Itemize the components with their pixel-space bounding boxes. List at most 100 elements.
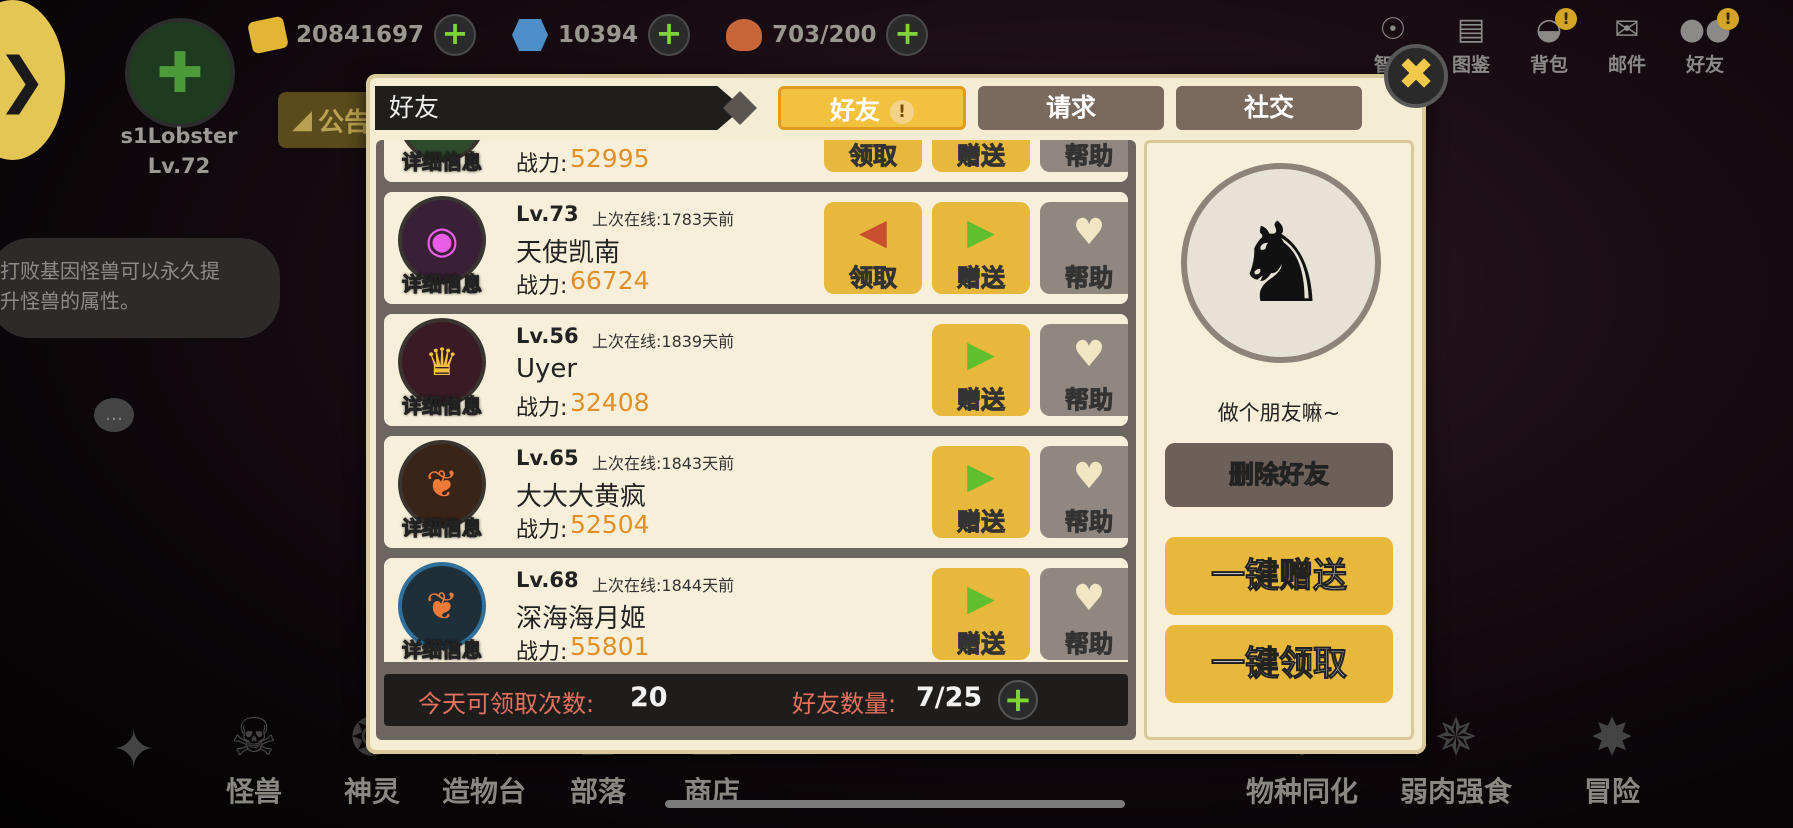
handshake-icon: ♥ xyxy=(1072,456,1106,497)
delete-friend-button[interactable]: 删除好友 xyxy=(1165,443,1393,507)
last-online: 上次在线:1783天前 xyxy=(592,210,735,229)
alert-icon: ! xyxy=(890,100,914,124)
nav-adventure-label: 冒险 xyxy=(1584,775,1641,808)
gift-label: 赠送 xyxy=(957,386,1006,415)
power-value: 55801 xyxy=(570,632,650,661)
resource-gem: 10394 + xyxy=(512,14,691,56)
friend-count-value: 7/25 xyxy=(916,682,983,713)
friend-row: ☘ 详细信息 战力: 52995 🍗 领取 🍗 赠送 ❤ 帮助 xyxy=(384,140,1128,182)
gift-button[interactable]: ▶ 赠送 xyxy=(932,446,1030,538)
player-level: Lv.72 xyxy=(147,154,211,178)
meat-send-icon: ▶ xyxy=(967,212,995,253)
gift-button[interactable]: ▶ 赠送 xyxy=(932,202,1030,294)
power-label: 战力: xyxy=(516,274,568,299)
friend-row: ♛ 详细信息 Lv.56 上次在线:1839天前 Uyer 战力: 32408 … xyxy=(384,314,1128,426)
help-label: 帮助 xyxy=(1065,508,1114,537)
friend-level: Lv.68 xyxy=(516,568,579,592)
handshake-icon: ♥ xyxy=(1072,334,1106,375)
power-label: 战力: xyxy=(516,396,568,421)
claim-all-button[interactable]: 一键领取 xyxy=(1165,625,1393,703)
nav-monster[interactable]: ☠ 怪兽 xyxy=(226,706,282,810)
gold-coin-icon xyxy=(247,15,289,55)
friends-modal: 好友 好友! 请求 社交 ☘ 详细信息 战力: 52995 🍗 领取 🍗 赠送 xyxy=(366,74,1426,754)
detail-info-label[interactable]: 详细信息 xyxy=(390,390,494,419)
nav-adventure[interactable]: ✸ 冒险 xyxy=(1584,706,1640,810)
meat-send-icon: ▶ xyxy=(967,334,995,375)
friend-name: Uyer xyxy=(516,354,578,384)
detail-info-label[interactable]: 详细信息 xyxy=(390,268,494,297)
nav-compass[interactable]: ✦ xyxy=(112,718,156,782)
menu-friends[interactable]: ●● 好友 ! xyxy=(1677,8,1739,77)
friend-list-panel: ☘ 详细信息 战力: 52995 🍗 领取 🍗 赠送 ❤ 帮助 xyxy=(376,140,1136,740)
meat-amount: 703/200 xyxy=(772,22,877,48)
tab-requests[interactable]: 请求 xyxy=(978,86,1164,130)
add-gem-button[interactable]: + xyxy=(648,14,691,56)
gift-button[interactable]: ▶ 赠送 xyxy=(932,568,1030,660)
power-value: 66724 xyxy=(570,266,650,295)
alert-badge-icon: ! xyxy=(1555,8,1577,30)
help-label: 帮助 xyxy=(1065,142,1114,171)
detail-info-label[interactable]: 详细信息 xyxy=(390,634,494,663)
mail-icon: ✉ xyxy=(1614,12,1640,47)
add-meat-button[interactable]: + xyxy=(886,14,929,56)
nav-forge-label: 造物台 xyxy=(442,775,527,808)
friend-name: 深海海月姬 xyxy=(516,604,647,634)
menu-bag[interactable]: ◒ 背包 ! xyxy=(1521,8,1577,77)
help-button[interactable]: ♥ 帮助 xyxy=(1040,324,1128,416)
power-label: 战力: xyxy=(516,640,568,662)
gift-label: 赠送 xyxy=(957,264,1006,293)
player-avatar[interactable]: ✚ xyxy=(125,18,235,128)
help-button[interactable]: ♥ 帮助 xyxy=(1040,202,1128,294)
compass-star-icon: ✦ xyxy=(112,720,156,780)
close-button[interactable]: ✖ xyxy=(1384,44,1448,108)
tab-requests-label: 请求 xyxy=(1045,93,1096,122)
claim-button[interactable]: ◀ 领取 xyxy=(824,202,922,294)
chevron-right-icon: ❯ xyxy=(0,45,47,115)
claim-label: 领取 xyxy=(849,264,898,293)
monster-icon: ☠ xyxy=(230,708,278,768)
home-indicator[interactable] xyxy=(665,800,1125,808)
friend-row: ❦ 详细信息 Lv.68 上次在线:1844天前 深海海月姬 战力: 55801… xyxy=(384,558,1128,662)
tab-social[interactable]: 社交 xyxy=(1176,86,1362,130)
add-friend-slot-button[interactable]: + xyxy=(998,680,1038,720)
gift-label: 赠送 xyxy=(957,142,1006,171)
gift-all-button[interactable]: 一键赠送 xyxy=(1165,537,1393,615)
nav-tribe-label: 部落 xyxy=(570,775,627,808)
gem-amount: 10394 xyxy=(558,22,639,48)
help-button[interactable]: ♥ 帮助 xyxy=(1040,568,1128,660)
player-name: s1Lobster xyxy=(120,124,238,148)
resource-meat: 703/200 + xyxy=(726,14,929,56)
meat-receive-icon: ◀ xyxy=(859,212,887,253)
detail-info-label[interactable]: 详细信息 xyxy=(390,146,494,175)
portrait-caption: 做个朋友嘛~ xyxy=(1217,401,1341,425)
help-label: 帮助 xyxy=(1065,386,1114,415)
gift-button[interactable]: ▶ 赠送 xyxy=(932,324,1030,416)
resource-gold: 20841697 + xyxy=(247,14,477,56)
menu-mail[interactable]: ✉ 邮件 xyxy=(1599,10,1655,77)
friend-list[interactable]: ☘ 详细信息 战力: 52995 🍗 领取 🍗 赠送 ❤ 帮助 xyxy=(384,140,1128,662)
claims-remaining-label: 今天可领取次数: xyxy=(418,690,595,718)
tab-friends[interactable]: 好友! xyxy=(778,86,966,130)
menu-mail-label: 邮件 xyxy=(1607,54,1646,76)
chat-bubble-icon[interactable]: … xyxy=(94,398,134,432)
menu-codex[interactable]: ▤ 图鉴 xyxy=(1443,10,1499,77)
handshake-icon: ♥ xyxy=(1072,212,1106,253)
friend-level: Lv.65 xyxy=(516,446,579,470)
friend-level: Lv.73 xyxy=(516,202,579,226)
add-gold-button[interactable]: + xyxy=(434,14,477,56)
gift-label: 赠送 xyxy=(957,630,1006,659)
gold-amount: 20841697 xyxy=(296,22,425,48)
claim-button[interactable]: 🍗 领取 xyxy=(824,140,922,172)
gift-button[interactable]: 🍗 赠送 xyxy=(932,140,1030,172)
nav-monster-label: 怪兽 xyxy=(226,775,283,808)
detail-info-label[interactable]: 详细信息 xyxy=(390,512,494,541)
adventure-icon: ✸ xyxy=(1590,708,1634,768)
tip-bubble: 打败基因怪兽可以永久提 升怪兽的属性。 xyxy=(0,238,280,338)
power-label: 战力: xyxy=(516,518,568,543)
close-icon: ✖ xyxy=(1397,49,1435,100)
help-button[interactable]: ♥ 帮助 xyxy=(1040,446,1128,538)
help-button[interactable]: ❤ 帮助 xyxy=(1040,140,1128,172)
resource-bar: 20841697 + 10394 + 703/200 + xyxy=(247,14,929,56)
help-label: 帮助 xyxy=(1065,630,1114,659)
last-online: 上次在线:1843天前 xyxy=(592,454,735,473)
